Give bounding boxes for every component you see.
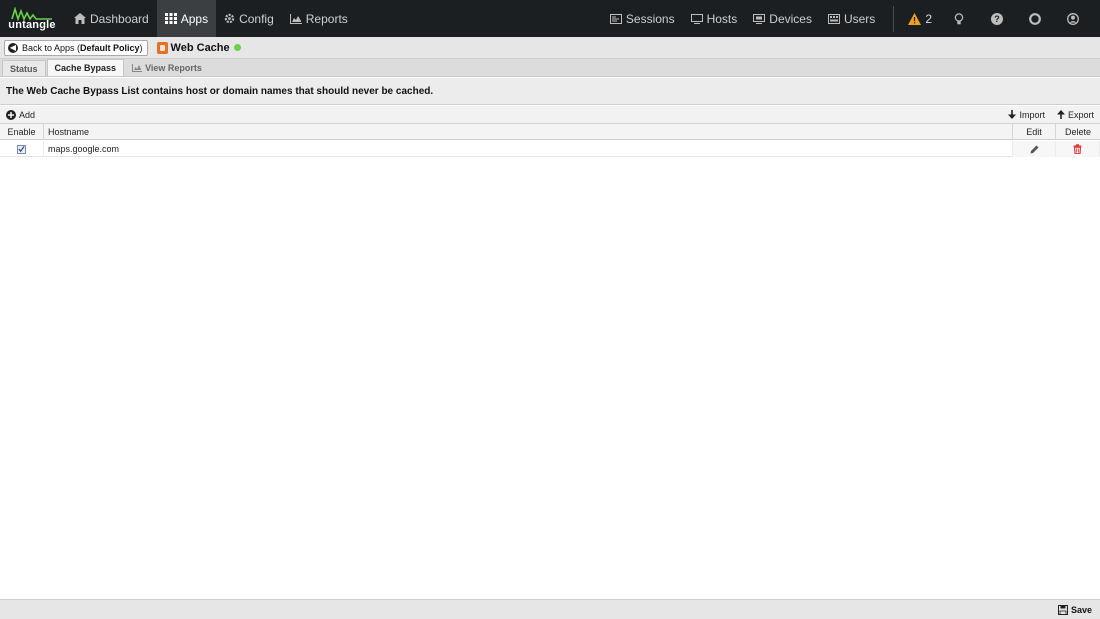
nav-hosts[interactable]: Hosts bbox=[683, 0, 746, 37]
arrow-left-icon: ◀ bbox=[8, 42, 18, 53]
question-icon: ? bbox=[991, 12, 1003, 25]
add-button[interactable]: Add bbox=[0, 106, 41, 124]
nav-devices-label: Devices bbox=[769, 11, 812, 26]
nav-sessions[interactable]: Sessions bbox=[602, 0, 683, 37]
edit-row-button[interactable] bbox=[1013, 141, 1056, 157]
nav-dashboard[interactable]: Dashboard bbox=[66, 0, 157, 37]
delete-row-button[interactable] bbox=[1056, 141, 1100, 157]
svg-text:?: ? bbox=[994, 14, 1000, 24]
sessions-icon bbox=[609, 13, 622, 24]
column-edit-label: Edit bbox=[1026, 127, 1042, 137]
table-row: maps.google.com bbox=[0, 141, 1100, 157]
column-header-enable[interactable]: Enable bbox=[0, 124, 44, 140]
untangle-logo[interactable]: untangle bbox=[2, 0, 62, 37]
web-cache-app-icon bbox=[156, 41, 168, 54]
nav-hosts-label: Hosts bbox=[706, 11, 738, 26]
nav-config[interactable]: Config bbox=[216, 0, 282, 37]
devices-icon bbox=[753, 13, 766, 24]
nav-users-label: Users bbox=[843, 11, 876, 26]
area-chart-icon bbox=[132, 64, 143, 72]
lightbulb-icon bbox=[954, 12, 964, 24]
export-button[interactable]: Export bbox=[1051, 106, 1100, 124]
export-button-label: Export bbox=[1067, 109, 1094, 120]
home-icon bbox=[74, 13, 86, 24]
support-button[interactable] bbox=[1016, 0, 1054, 37]
grid-toolbar: Add Import Export bbox=[0, 106, 1100, 124]
column-hostname-label: Hostname bbox=[48, 127, 90, 137]
back-to-apps-button[interactable]: ◀ Back to Apps (Default Policy) bbox=[4, 39, 148, 56]
users-icon bbox=[827, 13, 840, 24]
nav-apps[interactable]: Apps bbox=[156, 0, 217, 37]
top-nav: untangle Dashboard Apps Config Reports S… bbox=[0, 0, 1100, 37]
arrow-up-icon bbox=[1056, 110, 1065, 119]
hosts-icon bbox=[690, 13, 703, 24]
column-delete-label: Delete bbox=[1064, 127, 1091, 137]
column-header-hostname[interactable]: Hostname bbox=[44, 124, 1013, 140]
hostname-cell: maps.google.com bbox=[44, 141, 1013, 157]
footer-bar: Save bbox=[0, 599, 1100, 619]
column-enable-label: Enable bbox=[7, 127, 36, 137]
checkmark-icon bbox=[18, 146, 25, 153]
tab-view-reports-label: View Reports bbox=[145, 63, 202, 73]
tab-cache-bypass-label: Cache Bypass bbox=[54, 63, 117, 73]
tab-status[interactable]: Status bbox=[2, 60, 46, 76]
app-title: Web Cache bbox=[156, 41, 241, 54]
trash-icon bbox=[1073, 144, 1082, 154]
app-status-indicator bbox=[233, 44, 241, 51]
tab-view-reports[interactable]: View Reports bbox=[125, 60, 209, 76]
import-button[interactable]: Import bbox=[1002, 106, 1051, 124]
save-button-label: Save bbox=[1070, 604, 1092, 615]
panel-description: The Web Cache Bypass List contains host … bbox=[0, 78, 1100, 105]
nav-config-label: Config bbox=[239, 11, 274, 26]
app-header: ◀ Back to Apps (Default Policy) Web Cach… bbox=[0, 37, 1100, 59]
warning-icon bbox=[908, 12, 922, 25]
back-suffix: ) bbox=[139, 42, 143, 53]
account-button[interactable] bbox=[1054, 0, 1092, 37]
tips-button[interactable] bbox=[940, 0, 978, 37]
app-title-text: Web Cache bbox=[170, 41, 230, 54]
back-policy-name: Default Policy bbox=[80, 42, 140, 53]
column-header-edit: Edit bbox=[1013, 124, 1056, 140]
description-text: The Web Cache Bypass List contains host … bbox=[6, 85, 434, 97]
import-button-label: Import bbox=[1019, 109, 1045, 120]
brand-name: untangle bbox=[8, 18, 56, 31]
nav-divider bbox=[893, 5, 895, 32]
lifebuoy-icon bbox=[1029, 12, 1041, 25]
hostname-value: maps.google.com bbox=[48, 144, 120, 154]
save-button[interactable]: Save bbox=[1057, 604, 1092, 615]
nav-sessions-label: Sessions bbox=[625, 11, 675, 26]
back-prefix: Back to Apps ( bbox=[22, 42, 81, 53]
user-circle-icon bbox=[1067, 12, 1079, 25]
add-button-label: Add bbox=[19, 109, 36, 120]
grid-icon bbox=[164, 13, 177, 24]
nav-reports[interactable]: Reports bbox=[282, 0, 356, 37]
tab-status-label: Status bbox=[10, 63, 38, 74]
nav-apps-label: Apps bbox=[180, 11, 209, 26]
grid-header: Enable Hostname Edit Delete bbox=[0, 124, 1100, 140]
gear-icon bbox=[224, 13, 235, 24]
arrow-down-icon bbox=[1008, 110, 1017, 119]
column-header-delete: Delete bbox=[1056, 124, 1100, 140]
enable-cell bbox=[0, 141, 44, 157]
floppy-disk-icon bbox=[1057, 604, 1068, 615]
app-tabs: Status Cache Bypass View Reports bbox=[0, 59, 1100, 77]
nav-dashboard-label: Dashboard bbox=[90, 11, 149, 26]
alerts-button[interactable]: 2 bbox=[904, 12, 940, 26]
nav-devices[interactable]: Devices bbox=[745, 0, 820, 37]
tab-cache-bypass[interactable]: Cache Bypass bbox=[46, 59, 125, 76]
pencil-icon bbox=[1030, 145, 1038, 153]
alerts-count: 2 bbox=[925, 11, 932, 26]
area-chart-icon bbox=[289, 13, 302, 24]
plus-circle-icon bbox=[6, 109, 16, 120]
nav-reports-label: Reports bbox=[305, 11, 348, 26]
enable-checkbox[interactable] bbox=[17, 144, 26, 154]
nav-users[interactable]: Users bbox=[820, 0, 883, 37]
help-button[interactable]: ? bbox=[978, 0, 1016, 37]
